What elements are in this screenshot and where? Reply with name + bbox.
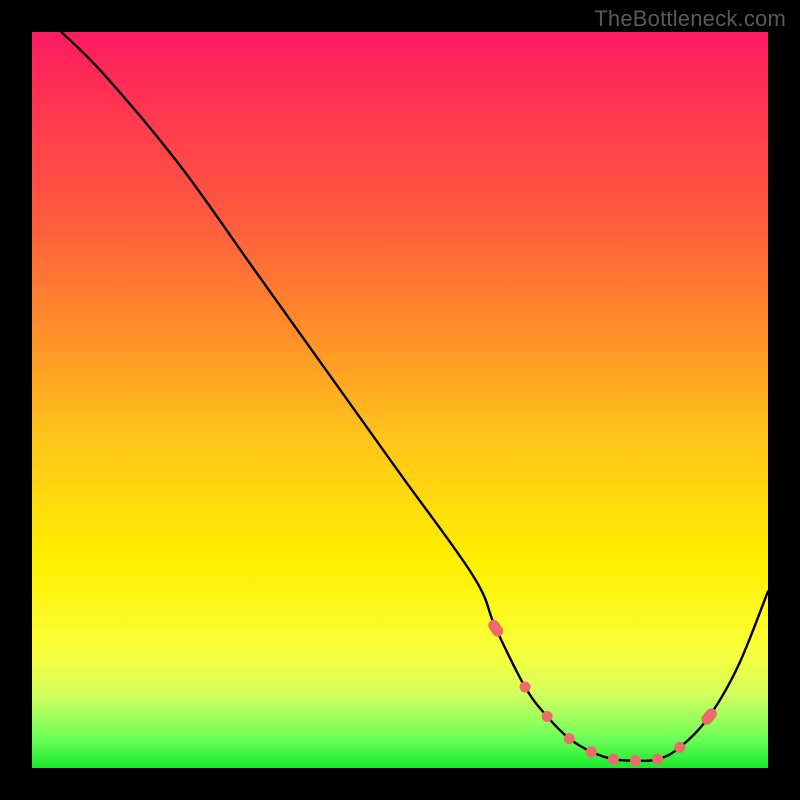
chart-frame: TheBottleneck.com	[0, 0, 800, 800]
marker-dot	[564, 733, 575, 744]
plot-area	[32, 32, 768, 768]
marker-dot	[652, 754, 663, 765]
marker-dot	[520, 682, 531, 693]
marker-cap	[486, 618, 505, 639]
marker-dot	[586, 746, 597, 757]
marker-dot	[608, 754, 619, 765]
bottleneck-curve	[61, 32, 768, 761]
marker-dot	[542, 711, 553, 722]
marker-dot	[630, 755, 641, 766]
curve-layer	[32, 32, 768, 768]
watermark-text: TheBottleneck.com	[594, 6, 786, 32]
marker-dot	[674, 742, 685, 753]
